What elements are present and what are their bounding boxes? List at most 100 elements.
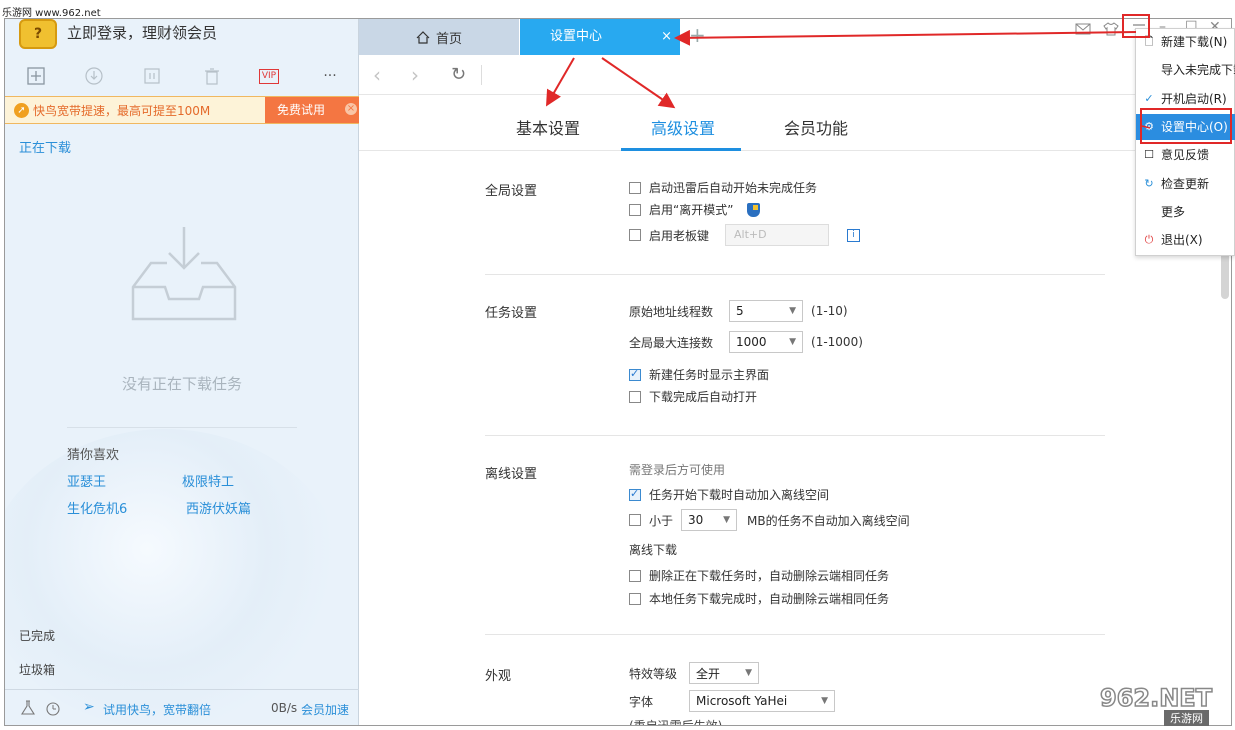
checkbox-checked[interactable] bbox=[629, 367, 641, 381]
member-accel-link[interactable]: 会员加速 bbox=[301, 701, 349, 718]
recommendation-link[interactable]: 极限特工 bbox=[182, 471, 234, 490]
promo-banner: ➚ 快鸟宽带提速，最高可提至100M 免费试用 × bbox=[5, 96, 359, 124]
new-file-icon: 🗋 bbox=[1144, 35, 1154, 48]
more-icon[interactable]: ··· bbox=[319, 65, 341, 87]
restart-note: (重启迅雷后生效) bbox=[629, 719, 723, 726]
user-avatar[interactable]: ? bbox=[19, 19, 57, 49]
left-pane: ? 立即登录，理财领会员 VIP ··· ➚ 快鸟宽带提速，最高可提至100M … bbox=[5, 19, 359, 725]
option-label: 删除正在下载任务时，自动删除云端相同任务 bbox=[649, 569, 890, 583]
divider bbox=[485, 274, 1105, 275]
flask-icon[interactable] bbox=[21, 700, 35, 716]
thread-count-select[interactable]: 5 ▼ bbox=[729, 300, 804, 322]
font-label: 字体 bbox=[629, 694, 654, 709]
font-select[interactable]: Microsoft YaHei ▼ bbox=[689, 690, 835, 712]
settings-icon: ⚙ bbox=[1144, 120, 1154, 133]
mail-icon[interactable] bbox=[1075, 23, 1091, 35]
menu-item-new-download[interactable]: 🗋 新建下载(N) bbox=[1136, 29, 1235, 55]
option-row[interactable]: 新建任务时显示主界面 bbox=[629, 366, 769, 383]
main-dropdown-menu: 🗋 新建下载(N) 导入未完成下载 ✓ 开机启动(R) ⚙ 设置中心(O) ☐ 意见反馈… bbox=[1135, 28, 1235, 256]
thread-count-label: 原始地址线程数 bbox=[629, 304, 714, 319]
tab-settings[interactable]: 设置中心 × bbox=[520, 19, 680, 55]
tab-basic-settings[interactable]: 基本设置 bbox=[516, 115, 580, 139]
menu-item-settings-center[interactable]: ⚙ 设置中心(O) bbox=[1136, 114, 1235, 140]
chevron-down-icon: ▼ bbox=[789, 306, 797, 316]
chevron-down-icon: ▼ bbox=[789, 337, 797, 347]
menu-item-label: 意见反馈 bbox=[1161, 148, 1210, 162]
menu-item-label: 设置中心(O) bbox=[1161, 120, 1228, 134]
paper-plane-icon: ➢ bbox=[83, 699, 95, 715]
checkbox[interactable] bbox=[629, 181, 641, 194]
skin-shirt-icon[interactable] bbox=[1103, 22, 1119, 36]
downloading-category[interactable]: 正在下载 bbox=[19, 137, 71, 156]
option-row[interactable]: 任务开始下载时自动加入离线空间 bbox=[629, 486, 829, 503]
download-icon[interactable] bbox=[83, 65, 105, 87]
option-row[interactable]: 启用“离开模式” bbox=[629, 201, 761, 218]
tab-close-icon[interactable]: × bbox=[661, 19, 672, 55]
option-row[interactable]: 启用老板键 Alt+D i bbox=[629, 224, 861, 246]
menu-item-import[interactable]: 导入未完成下载 bbox=[1136, 57, 1235, 83]
shield-icon bbox=[747, 202, 761, 217]
checkbox-checked[interactable] bbox=[629, 487, 641, 501]
menu-item-autostart[interactable]: ✓ 开机启动(R) bbox=[1136, 86, 1235, 112]
divider bbox=[481, 65, 482, 85]
option-label: 启用老板键 bbox=[649, 228, 710, 243]
option-row[interactable]: 小于 30 ▼ MB的任务不自动加入离线空间 bbox=[629, 509, 910, 531]
bottom-promo-link[interactable]: 试用快鸟，宽带翻倍 bbox=[103, 701, 211, 718]
section-title: 任务设置 bbox=[485, 306, 538, 321]
option-row[interactable]: 本地任务下载完成时，自动删除云端相同任务 bbox=[629, 590, 889, 607]
select-value: 30 bbox=[688, 513, 704, 527]
trash-category[interactable]: 垃圾箱 bbox=[19, 661, 55, 678]
menu-item-feedback[interactable]: ☐ 意见反馈 bbox=[1136, 142, 1235, 168]
home-icon bbox=[416, 30, 430, 44]
recommendation-link[interactable]: 生化危机6 bbox=[67, 498, 127, 517]
alarm-clock-icon[interactable] bbox=[45, 700, 61, 716]
delete-icon[interactable] bbox=[201, 65, 223, 87]
menu-item-label: 开机启动(R) bbox=[1161, 92, 1227, 106]
checkbox[interactable] bbox=[629, 514, 641, 526]
pause-icon[interactable] bbox=[141, 65, 163, 87]
recommendation-link[interactable]: 亚瑟王 bbox=[67, 471, 106, 490]
menu-item-exit[interactable]: ⏻ 退出(X) bbox=[1136, 227, 1235, 253]
size-threshold-select[interactable]: 30 ▼ bbox=[681, 509, 738, 531]
nav-bar: ‹ › ↻ bbox=[359, 55, 1219, 95]
option-label: 任务开始下载时自动加入离线空间 bbox=[649, 488, 830, 502]
tab-member-features[interactable]: 会员功能 bbox=[784, 115, 848, 139]
checkbox[interactable] bbox=[629, 592, 641, 605]
option-row[interactable]: 启动迅雷后自动开始未完成任务 bbox=[629, 179, 817, 196]
login-link[interactable]: 立即登录，理财领会员 bbox=[67, 22, 217, 43]
divider bbox=[67, 427, 297, 428]
section-title: 外观 bbox=[485, 669, 512, 684]
completed-category[interactable]: 已完成 bbox=[19, 627, 55, 644]
tab-advanced-settings[interactable]: 高级设置 bbox=[651, 115, 715, 139]
promo-text[interactable]: 快鸟宽带提速，最高可提至100M bbox=[33, 102, 210, 119]
checkbox[interactable] bbox=[629, 390, 641, 403]
checkbox[interactable] bbox=[629, 203, 641, 216]
checkbox[interactable] bbox=[629, 569, 641, 582]
menu-item-check-update[interactable]: ↻ 检查更新 bbox=[1136, 171, 1235, 197]
select-value: Microsoft YaHei bbox=[696, 694, 788, 708]
refresh-icon[interactable]: ↻ bbox=[451, 64, 466, 85]
menu-item-more[interactable]: 更多 bbox=[1136, 199, 1235, 225]
select-value: 1000 bbox=[736, 335, 767, 349]
tab-home[interactable]: 首页 bbox=[359, 19, 519, 55]
new-task-icon[interactable] bbox=[25, 65, 47, 87]
settings-content: 全局设置 启动迅雷后自动开始未完成任务 启用“离开模式” 启用老板键 Alt+D i… bbox=[359, 151, 1219, 725]
option-row[interactable]: 下载完成后自动打开 bbox=[629, 388, 757, 405]
option-row[interactable]: 删除正在下载任务时，自动删除云端相同任务 bbox=[629, 567, 889, 584]
effect-level-select[interactable]: 全开 ▼ bbox=[689, 662, 760, 684]
back-icon[interactable]: ‹ bbox=[373, 63, 381, 87]
chevron-down-icon: ▼ bbox=[723, 515, 731, 525]
max-connections-select[interactable]: 1000 ▼ bbox=[729, 331, 804, 353]
status-bar: ➢ 试用快鸟，宽带翻倍 0B/s 会员加速 bbox=[5, 689, 359, 725]
login-required-note: 需登录后方可使用 bbox=[629, 463, 726, 477]
close-icon[interactable]: × bbox=[345, 103, 357, 115]
forward-icon[interactable]: › bbox=[411, 63, 419, 87]
add-tab-icon[interactable]: + bbox=[689, 23, 706, 47]
thread-count-row: 原始地址线程数 5 ▼ (1-10) bbox=[629, 300, 848, 322]
info-icon[interactable]: i bbox=[847, 228, 861, 242]
hotkey-input[interactable]: Alt+D bbox=[725, 224, 830, 246]
site-logo-watermark: 962.NET 乐游网 bbox=[1099, 683, 1230, 726]
vip-icon[interactable]: VIP bbox=[257, 65, 281, 87]
recommendation-link[interactable]: 西游伏妖篇 bbox=[186, 498, 251, 517]
checkbox[interactable] bbox=[629, 229, 641, 241]
